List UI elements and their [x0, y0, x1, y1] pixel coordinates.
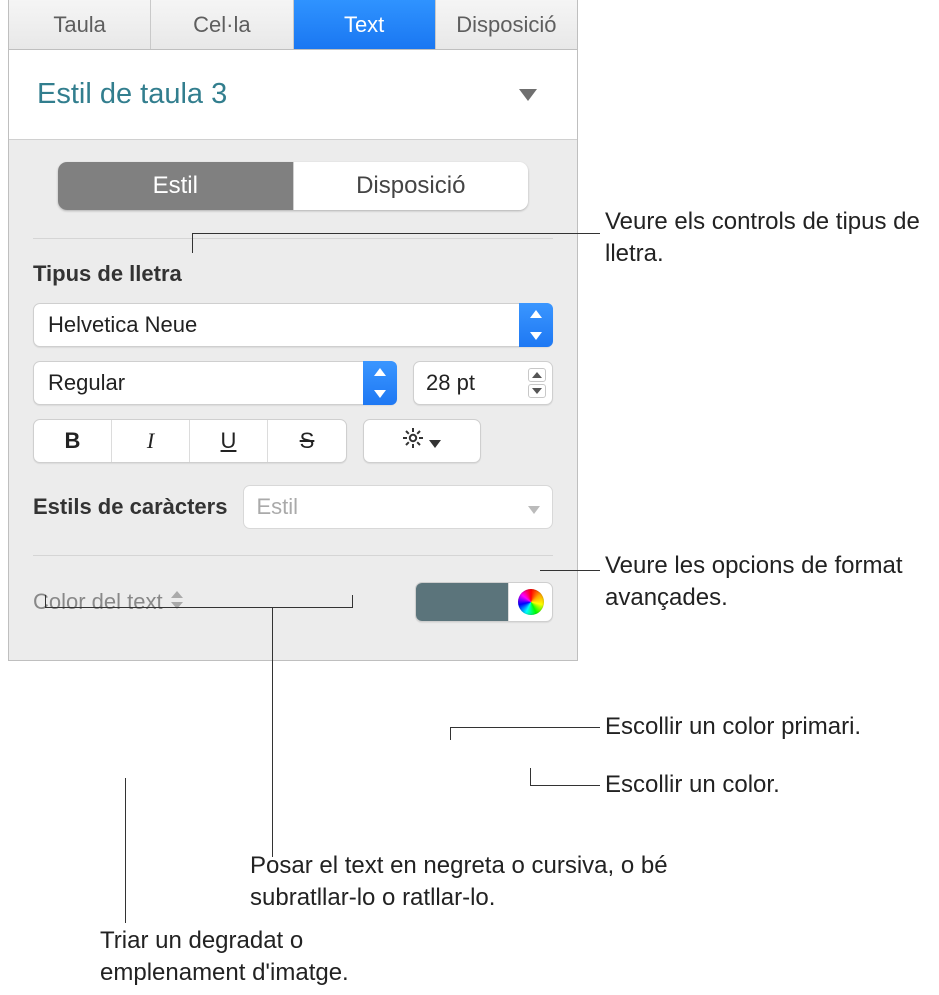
- tab-cella[interactable]: Cel·la: [151, 0, 293, 49]
- underline-button[interactable]: U: [190, 420, 268, 462]
- subtab-label: Estil: [153, 172, 198, 200]
- font-family-value: Helvetica Neue: [48, 312, 519, 338]
- callout-primary-color: Escollir un color primari.: [605, 711, 925, 743]
- tab-text[interactable]: Text: [294, 0, 436, 49]
- tab-label: Text: [344, 12, 384, 38]
- callout-bius: Posar el text en negreta o cursiva, o bé…: [250, 850, 680, 915]
- subtab-estil[interactable]: Estil: [58, 162, 293, 210]
- text-subtabs: Estil Disposició: [58, 162, 528, 210]
- select-stepper-icon: [363, 361, 397, 405]
- table-style-name: Estil de taula 3: [37, 78, 519, 111]
- font-size-field[interactable]: 28 pt: [413, 361, 553, 405]
- updown-icon: [171, 589, 183, 615]
- text-color-popup[interactable]: Color del text: [33, 589, 183, 615]
- font-size-stepper: [528, 368, 546, 398]
- strike-button[interactable]: S: [268, 420, 346, 462]
- tab-label: Cel·la: [193, 12, 250, 38]
- inspector-panel: Taula Cel·la Text Disposició Estil de ta…: [8, 0, 578, 661]
- subtab-disposicio[interactable]: Disposició: [293, 162, 529, 210]
- font-weight-select[interactable]: Regular: [33, 361, 397, 405]
- char-style-placeholder: Estil: [256, 494, 298, 520]
- chevron-down-icon: [528, 494, 540, 520]
- tab-label: Taula: [53, 12, 106, 38]
- font-size-up[interactable]: [528, 368, 546, 382]
- tab-taula[interactable]: Taula: [9, 0, 151, 49]
- char-style-select[interactable]: Estil: [243, 485, 553, 529]
- callout-gradient: Triar un degradat o emplenament d'imatge…: [100, 925, 420, 990]
- bold-label: B: [65, 428, 81, 454]
- text-color-controls: [415, 582, 553, 622]
- text-format-group: B I U S: [33, 419, 347, 463]
- callout-font-controls: Veure els controls de tipus de lletra.: [605, 206, 925, 271]
- font-family-select[interactable]: Helvetica Neue: [33, 303, 553, 347]
- chevron-down-icon: [519, 89, 537, 101]
- font-weight-value: Regular: [48, 370, 363, 396]
- italic-label: I: [147, 428, 154, 454]
- table-style-picker[interactable]: Estil de taula 3: [9, 50, 577, 140]
- tab-label: Disposició: [456, 12, 556, 38]
- select-stepper-icon: [519, 303, 553, 347]
- advanced-options-button[interactable]: [363, 419, 481, 463]
- text-color-swatch[interactable]: [416, 583, 508, 621]
- strike-label: S: [300, 428, 315, 454]
- callout-any-color: Escollir un color.: [605, 769, 925, 801]
- divider: [33, 555, 553, 556]
- font-size-value: 28 pt: [426, 370, 528, 396]
- font-size-down[interactable]: [528, 384, 546, 398]
- gear-icon: [403, 428, 423, 454]
- italic-button[interactable]: I: [112, 420, 190, 462]
- color-wheel-button[interactable]: [508, 583, 552, 621]
- divider: [33, 238, 553, 239]
- subtab-label: Disposició: [356, 172, 465, 200]
- inspector-body: Estil Disposició Tipus de lletra Helveti…: [9, 140, 577, 660]
- inspector-tabs: Taula Cel·la Text Disposició: [9, 0, 577, 50]
- callout-advanced: Veure les opcions de format avançades.: [605, 550, 925, 615]
- text-color-label: Color del text: [33, 589, 163, 615]
- bold-button[interactable]: B: [34, 420, 112, 462]
- tab-disposicio[interactable]: Disposició: [436, 0, 577, 49]
- font-section-label: Tipus de lletra: [33, 261, 553, 287]
- underline-label: U: [221, 428, 237, 454]
- char-styles-label: Estils de caràcters: [33, 494, 227, 520]
- chevron-down-icon: [429, 428, 441, 454]
- color-wheel-icon: [518, 589, 544, 615]
